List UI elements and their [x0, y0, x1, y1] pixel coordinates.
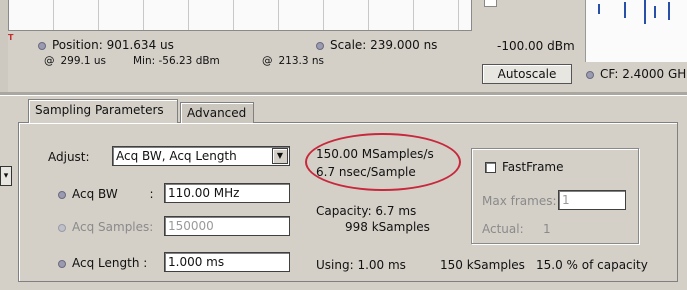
capacity-text: Capacity: 6.7 ms — [316, 204, 417, 218]
acq-bw-input[interactable]: 110.00 MHz — [164, 183, 290, 203]
acq-bw-spin-icon[interactable] — [58, 190, 66, 199]
left-time-readout: @299.1 us — [44, 55, 107, 67]
acq-length-label[interactable]: Acq Length : — [58, 256, 147, 270]
fastframe-checkbox[interactable] — [485, 162, 496, 173]
samples-rate-text: 150.00 MSamples/s — [316, 147, 434, 161]
adjust-label: Adjust: — [48, 150, 90, 164]
cf-spin-icon[interactable] — [586, 70, 594, 79]
scale-readout[interactable]: Scale: 239.000 ns — [316, 38, 437, 52]
time-domain-plot[interactable] — [8, 0, 472, 31]
scale-label: Scale: 239.000 ns — [330, 38, 438, 52]
acq-samples-label: Acq Samples: — [58, 220, 153, 234]
tab-advanced[interactable]: Advanced — [180, 102, 254, 123]
at-icon: @ — [262, 55, 273, 67]
adjust-select[interactable]: Acq BW, Acq Length ▼ — [112, 146, 290, 166]
position-readout[interactable]: Position: 901.634 us — [38, 38, 174, 52]
spectrum-trace — [644, 0, 646, 24]
capacity-samples-text: 998 kSamples — [345, 220, 430, 234]
spectrum-trace — [668, 2, 670, 20]
acq-samples-input: 150000 — [164, 216, 290, 236]
spectrum-trace — [654, 6, 656, 18]
sample-period-text: 6.7 nsec/Sample — [316, 165, 416, 179]
center-frequency-readout[interactable]: CF: 2.4000 GH — [586, 67, 686, 81]
position-label: Position: 901.634 us — [52, 38, 174, 52]
panel-divider[interactable] — [0, 92, 687, 96]
spectrum-trace — [598, 4, 600, 14]
ref-level-label: -100.00 dBm — [497, 39, 575, 53]
using-percent-text: 15.0 % of capacity — [536, 258, 648, 272]
acq-length-spin-icon[interactable] — [58, 259, 66, 268]
highlight-ellipse — [305, 133, 461, 191]
at-icon: @ — [44, 55, 55, 67]
left-gutter — [0, 0, 8, 92]
right-time-readout: @213.3 ns — [262, 55, 325, 67]
autoscale-button[interactable]: Autoscale — [482, 64, 572, 84]
acq-bw-label[interactable]: Acq BW : — [58, 187, 154, 201]
min-readout: Min: -56.23 dBm — [133, 55, 220, 67]
spectrum-trace — [624, 2, 626, 18]
using-text: Using: 1.00 ms — [316, 258, 406, 272]
max-frames-label: Max frames: — [482, 194, 557, 208]
acq-length-input[interactable]: 1.000 ms — [164, 252, 290, 272]
position-spin-icon[interactable] — [38, 41, 46, 50]
using-samples-text: 150 kSamples — [440, 258, 525, 272]
collapse-arrow-button[interactable]: ▾ — [0, 166, 12, 186]
trigger-marker: T — [8, 33, 14, 42]
spectrum-checkbox[interactable] — [484, 0, 497, 7]
acq-samples-spin-icon — [58, 223, 66, 232]
chevron-down-icon[interactable]: ▼ — [272, 148, 288, 164]
scale-spin-icon[interactable] — [316, 41, 324, 50]
fastframe-label[interactable]: FastFrame — [502, 160, 564, 174]
actual-frames-value: 1 — [543, 222, 551, 236]
actual-frames-label: Actual: — [482, 222, 524, 236]
max-frames-input: 1 — [558, 190, 626, 210]
tab-sampling-parameters[interactable]: Sampling Parameters — [28, 99, 178, 123]
spectrum-plot[interactable] — [585, 0, 687, 62]
